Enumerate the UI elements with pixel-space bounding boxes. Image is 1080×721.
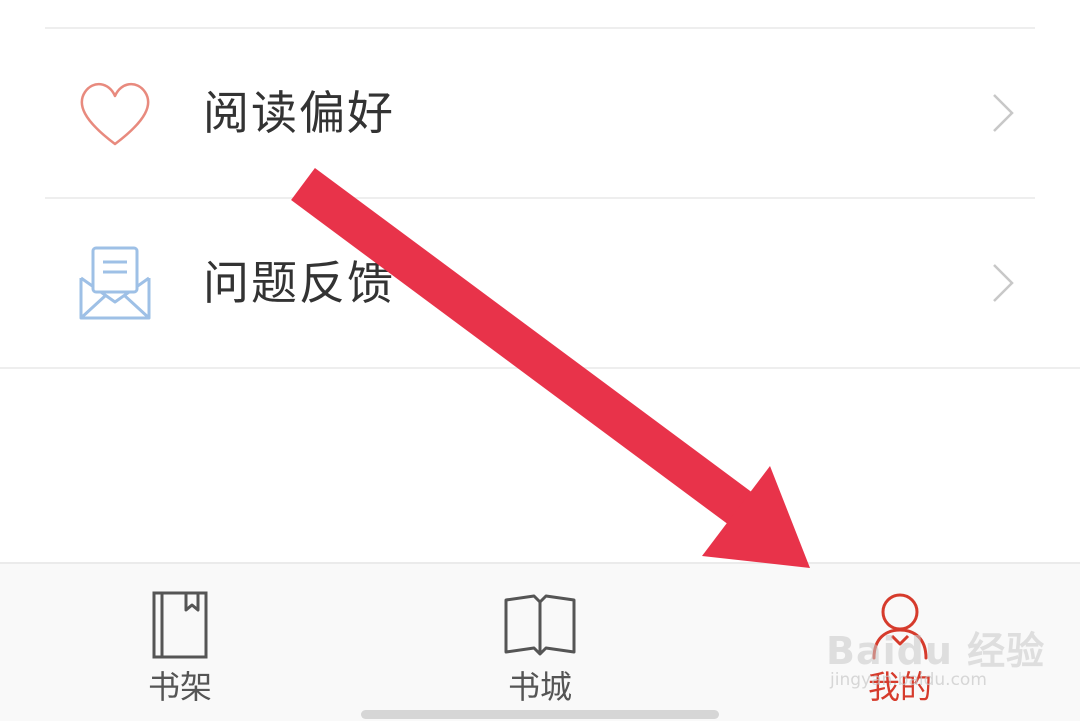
tab-bookstore[interactable]: 书城 <box>360 564 720 721</box>
menu-item-label: 问题反馈 <box>203 256 395 310</box>
bottom-tab-bar: 书架 书城 我的 <box>0 562 1080 721</box>
menu-item-feedback[interactable]: 问题反馈 <box>0 199 1080 367</box>
envelope-icon <box>79 246 151 320</box>
open-book-icon <box>504 594 576 656</box>
chevron-right-icon <box>993 94 1014 132</box>
tab-label: 书城 <box>507 668 572 706</box>
arrow-head <box>702 466 810 568</box>
home-indicator[interactable] <box>361 710 719 719</box>
heart-icon <box>80 83 150 146</box>
menu-item-reading-preference[interactable]: 阅读偏好 <box>0 29 1080 197</box>
profile-icon <box>872 593 928 660</box>
menu-item-label: 阅读偏好 <box>203 86 395 140</box>
tab-label: 我的 <box>867 668 932 706</box>
bookshelf-icon <box>152 591 208 659</box>
tab-bookshelf[interactable]: 书架 <box>0 564 360 721</box>
tab-mine[interactable]: 我的 <box>720 564 1080 721</box>
chevron-right-icon <box>993 264 1014 302</box>
section-divider <box>0 367 1080 369</box>
tab-label: 书架 <box>147 668 212 706</box>
